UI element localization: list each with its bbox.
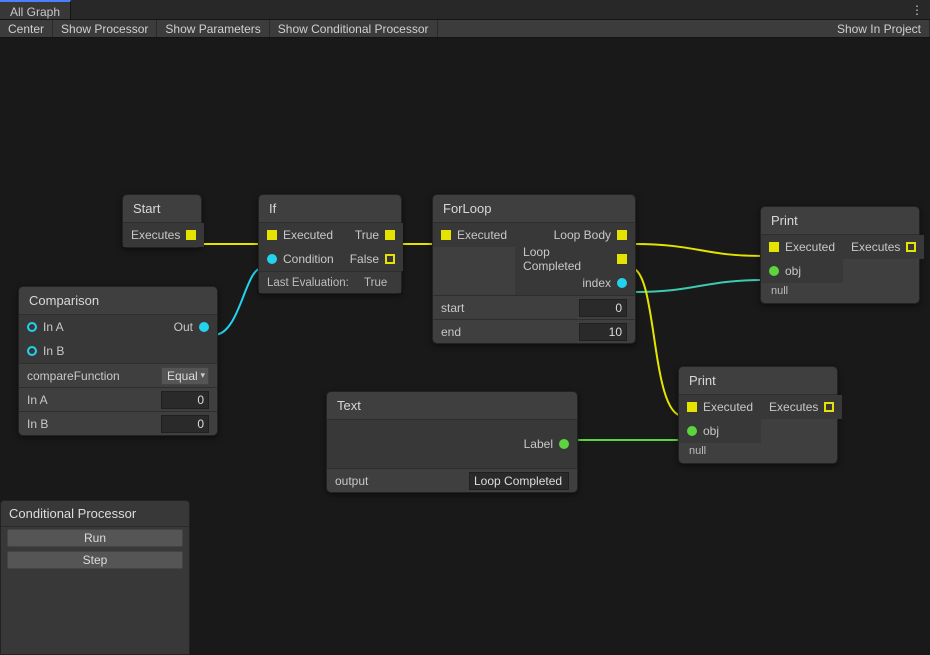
exec-in-port[interactable] xyxy=(441,230,451,240)
in-b-param-row: In B xyxy=(19,411,217,435)
in-a-param-row: In A xyxy=(19,387,217,411)
tab-all-graph[interactable]: All Graph xyxy=(0,0,71,19)
port-label: Executed xyxy=(283,228,333,242)
last-eval-row: Last Evaluation: True xyxy=(259,271,401,293)
compare-function-dropdown[interactable]: Equal xyxy=(161,367,209,385)
port-label: Label xyxy=(524,437,553,451)
exec-out-port[interactable] xyxy=(186,230,196,240)
port-label: Condition xyxy=(283,252,334,266)
cp-title: Conditional Processor xyxy=(1,501,189,527)
graph-canvas[interactable]: Start Executes If Executed Condition xyxy=(0,38,930,655)
start-param-row: start xyxy=(433,295,635,319)
data-in-port[interactable] xyxy=(769,266,779,276)
compare-function-row: compareFunction Equal xyxy=(19,363,217,387)
port-label: In B xyxy=(43,344,64,358)
port-label: Executes xyxy=(131,228,180,242)
in-a-field[interactable] xyxy=(161,391,209,409)
exec-out-port[interactable] xyxy=(385,254,395,264)
output-param-row: output xyxy=(327,468,577,492)
port-label: Loop Body xyxy=(554,228,611,242)
port-label: obj xyxy=(785,264,801,278)
exec-out-port[interactable] xyxy=(617,254,627,264)
exec-in-port[interactable] xyxy=(687,402,697,412)
exec-out-port[interactable] xyxy=(617,230,627,240)
exec-out-port[interactable] xyxy=(824,402,834,412)
port-label: Executed xyxy=(457,228,507,242)
tabbar-menu-icon[interactable]: ⋮ xyxy=(911,0,924,20)
node-title: Start xyxy=(123,195,201,223)
port-label: Executes xyxy=(769,400,818,414)
node-forloop[interactable]: ForLoop Executed Loop Body Loop Complete… xyxy=(432,194,636,344)
node-title: If xyxy=(259,195,401,223)
data-out-port[interactable] xyxy=(559,439,569,449)
port-label: False xyxy=(350,252,379,266)
output-field[interactable] xyxy=(469,472,569,490)
data-out-port[interactable] xyxy=(617,278,627,288)
port-label: obj xyxy=(703,424,719,438)
node-print-2[interactable]: Print Executed obj Executes null xyxy=(678,366,838,464)
port-label: Loop Completed xyxy=(523,245,611,273)
step-button[interactable]: Step xyxy=(7,551,183,569)
data-in-port[interactable] xyxy=(27,322,37,332)
run-button[interactable]: Run xyxy=(7,529,183,547)
port-label: Out xyxy=(174,320,193,334)
end-param-row: end xyxy=(433,319,635,343)
tab-bar: All Graph ⋮ xyxy=(0,0,930,20)
exec-in-port[interactable] xyxy=(769,242,779,252)
port-label: True xyxy=(355,228,379,242)
node-comparison[interactable]: Comparison In A In B Out compareFu xyxy=(18,286,218,436)
data-out-port[interactable] xyxy=(199,322,209,332)
port-label: In A xyxy=(43,320,64,334)
port-label: index xyxy=(582,276,611,290)
end-field[interactable] xyxy=(579,323,627,341)
exec-in-port[interactable] xyxy=(267,230,277,240)
node-title: Print xyxy=(679,367,837,395)
node-title: Text xyxy=(327,392,577,420)
exec-out-port[interactable] xyxy=(906,242,916,252)
data-in-port[interactable] xyxy=(267,254,277,264)
port-label: Executed xyxy=(785,240,835,254)
start-field[interactable] xyxy=(579,299,627,317)
node-title: Print xyxy=(761,207,919,235)
exec-out-port[interactable] xyxy=(385,230,395,240)
node-title: ForLoop xyxy=(433,195,635,223)
toolbar-show-parameters[interactable]: Show Parameters xyxy=(157,20,269,37)
port-label: Executes xyxy=(851,240,900,254)
toolbar-show-in-project[interactable]: Show In Project xyxy=(829,20,930,37)
toolbar: Center Show Processor Show Parameters Sh… xyxy=(0,20,930,38)
toolbar-center[interactable]: Center xyxy=(0,20,53,37)
null-value: null xyxy=(761,283,919,303)
data-in-port[interactable] xyxy=(687,426,697,436)
null-value: null xyxy=(679,443,837,463)
toolbar-show-conditional[interactable]: Show Conditional Processor xyxy=(270,20,438,37)
node-text[interactable]: Text Label output xyxy=(326,391,578,493)
port-label: Executed xyxy=(703,400,753,414)
node-title: Comparison xyxy=(19,287,217,315)
node-print-1[interactable]: Print Executed obj Executes null xyxy=(760,206,920,304)
node-start[interactable]: Start Executes xyxy=(122,194,202,248)
in-b-field[interactable] xyxy=(161,415,209,433)
data-in-port[interactable] xyxy=(27,346,37,356)
toolbar-show-processor[interactable]: Show Processor xyxy=(53,20,157,37)
node-if[interactable]: If Executed Condition True False xyxy=(258,194,402,294)
conditional-processor-panel: Conditional Processor Run Step xyxy=(0,500,190,655)
